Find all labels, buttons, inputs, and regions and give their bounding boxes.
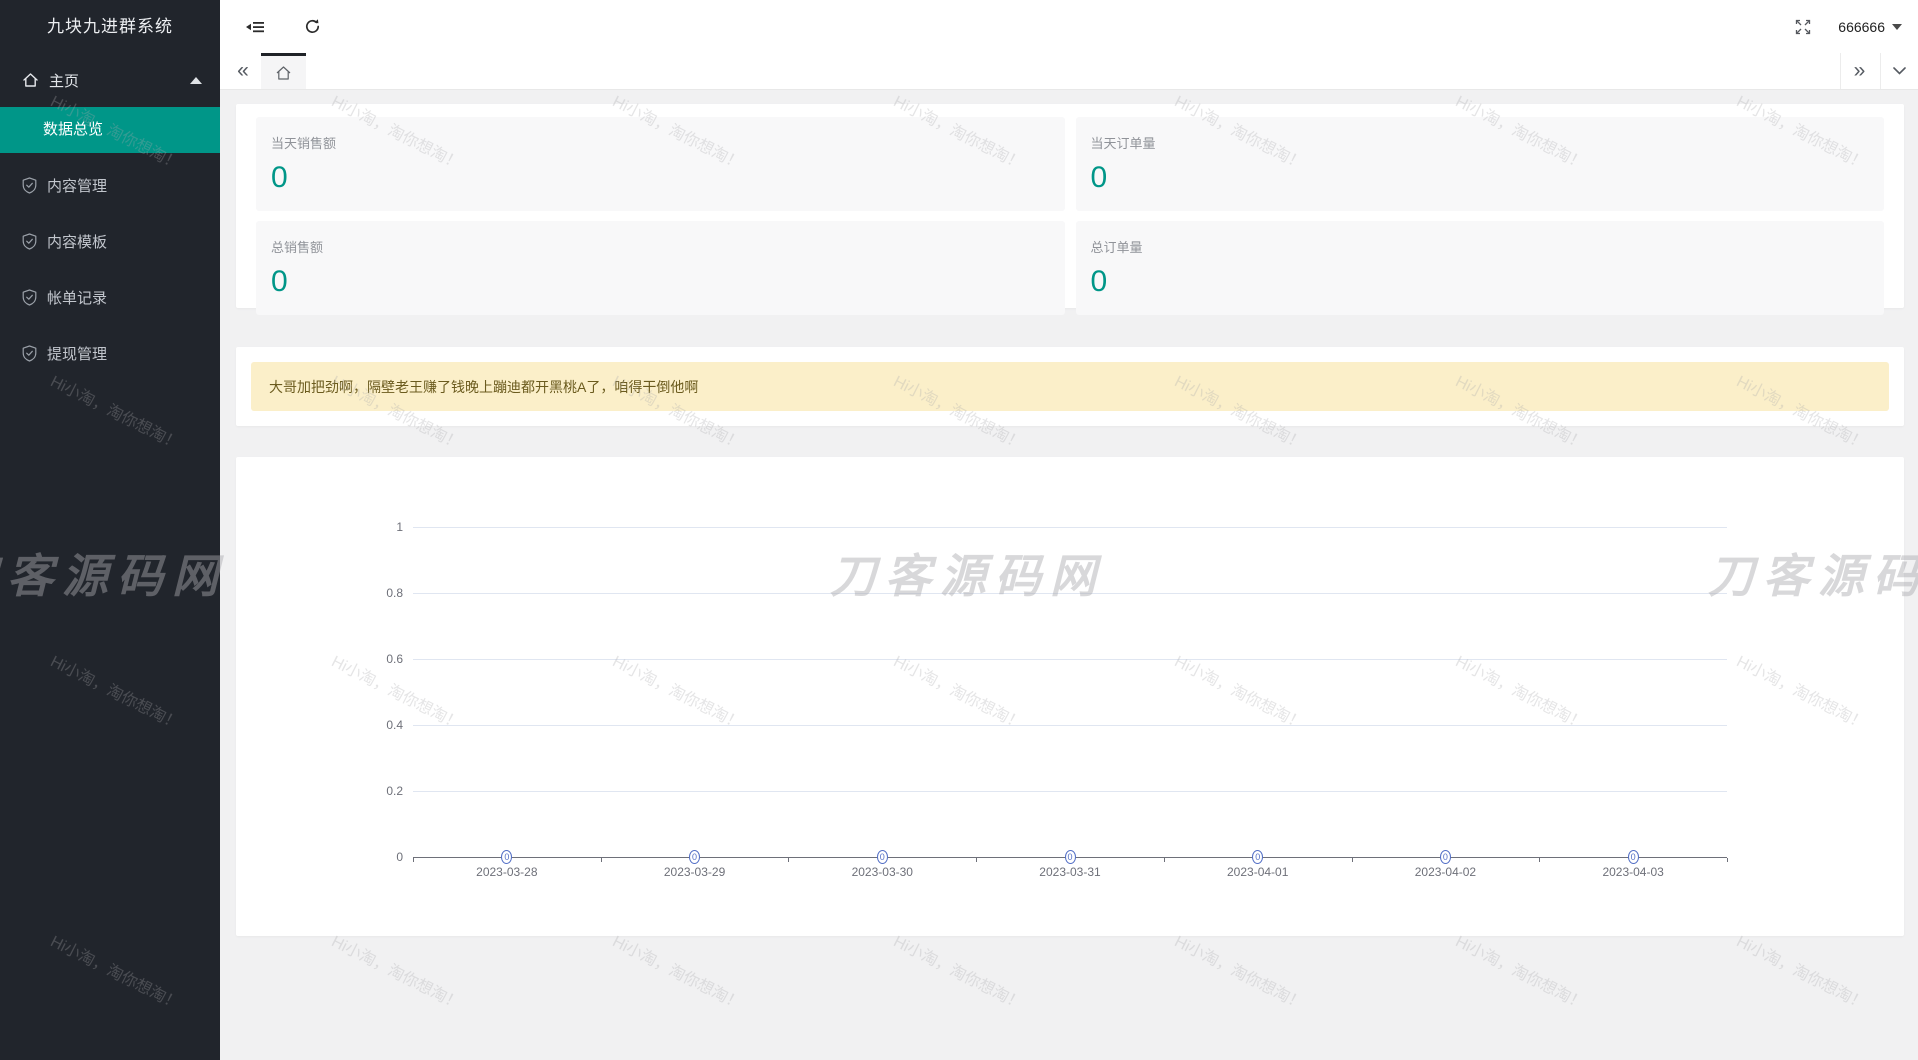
notice-banner: 大哥加把劲啊，隔壁老王赚了钱晚上蹦迪都开黑桃A了，咱得干倒他啊 <box>251 362 1889 411</box>
tabs-scroll-left-button[interactable]: « <box>226 53 260 89</box>
fullscreen-button[interactable] <box>1781 0 1825 53</box>
data-point: 0 <box>689 850 700 864</box>
sidebar-menu: 内容管理内容模板帐单记录提现管理 <box>0 157 220 381</box>
data-point: 0 <box>877 850 888 864</box>
x-axis-tick-label: 2023-04-02 <box>1385 865 1505 879</box>
gridline <box>413 593 1727 594</box>
sidebar-item-label: 帐单记录 <box>47 287 107 308</box>
shield-check-icon <box>22 233 37 250</box>
home-icon <box>22 72 39 88</box>
tab-bar: « » <box>220 53 1918 90</box>
data-point: 0 <box>501 850 512 864</box>
y-axis-tick-label: 0.6 <box>359 652 403 666</box>
stat-value: 0 <box>1091 265 1870 299</box>
data-point: 0 <box>1065 850 1076 864</box>
data-point: 0 <box>1440 850 1451 864</box>
tabs-more-button[interactable]: » <box>1840 53 1878 89</box>
x-axis-tick-label: 2023-03-28 <box>447 865 567 879</box>
sidebar-item-content-management[interactable]: 内容管理 <box>0 157 220 213</box>
y-axis-tick-label: 0.2 <box>359 784 403 798</box>
sidebar-item-content-template[interactable]: 内容模板 <box>0 213 220 269</box>
x-axis-tick-label: 2023-04-03 <box>1573 865 1693 879</box>
collapse-menu-icon <box>246 19 264 35</box>
stat-label: 总销售额 <box>271 237 1050 256</box>
stats-panel: 当天销售额 0 当天订单量 0 总销售额 0 总订单量 0 <box>236 104 1904 308</box>
home-icon <box>275 65 292 81</box>
y-axis-tick-label: 1 <box>359 520 403 534</box>
main-content: 当天销售额 0 当天订单量 0 总销售额 0 总订单量 0 大哥加把劲啊，隔壁老王赚了钱晚上蹦… <box>220 90 1918 1060</box>
sidebar-item-label: 内容管理 <box>47 175 107 196</box>
x-axis-tick <box>788 858 789 862</box>
y-axis-tick-label: 0 <box>359 850 403 864</box>
gridline <box>413 527 1727 528</box>
x-axis-tick <box>976 858 977 862</box>
x-axis-tick-label: 2023-04-01 <box>1198 865 1318 879</box>
sidebar-item-billing-records[interactable]: 帐单记录 <box>0 269 220 325</box>
notice-text: 大哥加把劲啊，隔壁老王赚了钱晚上蹦迪都开黑桃A了，咱得干倒他啊 <box>269 377 698 397</box>
sidebar-subitem-0[interactable]: 数据总览 <box>0 107 220 153</box>
sidebar-submenu: 数据总览 <box>0 107 220 153</box>
x-axis-tick <box>1164 858 1165 862</box>
tab-home[interactable] <box>261 53 306 89</box>
stat-value: 0 <box>271 265 1050 299</box>
stat-label: 当天销售额 <box>271 133 1050 152</box>
gridline <box>413 659 1727 660</box>
shield-check-icon <box>22 289 37 306</box>
stat-value: 0 <box>1091 161 1870 195</box>
line-chart: 10.80.60.40.202023-03-2802023-03-2902023… <box>236 457 1904 936</box>
user-menu[interactable]: 666666 <box>1832 0 1908 53</box>
x-axis-tick <box>1539 858 1540 862</box>
page: 九块九进群系统 主页 数据总览 内容管理内容模板帐单记录提现管理 <box>0 0 1918 1060</box>
x-axis-tick-label: 2023-03-29 <box>635 865 755 879</box>
notice-panel: 大哥加把劲啊，隔壁老王赚了钱晚上蹦迪都开黑桃A了，咱得干倒他啊 <box>236 347 1904 426</box>
sidebar-item-label: 主页 <box>49 70 190 91</box>
data-point: 0 <box>1252 850 1263 864</box>
x-axis-tick-label: 2023-03-31 <box>1010 865 1130 879</box>
app-title: 九块九进群系统 <box>0 0 220 53</box>
stat-card-0: 当天销售额 0 <box>256 117 1065 211</box>
x-axis-tick <box>1352 858 1353 862</box>
x-axis-tick <box>601 858 602 862</box>
x-axis-tick-label: 2023-03-30 <box>822 865 942 879</box>
chevron-down-icon <box>1892 24 1902 30</box>
x-axis-tick <box>1727 858 1728 862</box>
top-header: 666666 <box>220 0 1918 53</box>
stat-card-2: 总销售额 0 <box>256 221 1065 315</box>
sidebar-item-label: 提现管理 <box>47 343 107 364</box>
username: 666666 <box>1838 19 1885 35</box>
stat-value: 0 <box>271 161 1050 195</box>
refresh-button[interactable] <box>290 0 334 53</box>
stat-card-1: 当天订单量 0 <box>1076 117 1885 211</box>
chevron-up-icon <box>190 77 202 84</box>
stat-label: 当天订单量 <box>1091 133 1870 152</box>
chevron-down-icon <box>1893 67 1906 75</box>
sidebar-item-home[interactable]: 主页 <box>0 53 220 107</box>
gridline <box>413 725 1727 726</box>
sidebar: 九块九进群系统 主页 数据总览 内容管理内容模板帐单记录提现管理 <box>0 0 220 1060</box>
y-axis-tick-label: 0.4 <box>359 718 403 732</box>
collapse-menu-button[interactable] <box>233 0 277 53</box>
data-point: 0 <box>1628 850 1639 864</box>
sidebar-item-label: 内容模板 <box>47 231 107 252</box>
stat-label: 总订单量 <box>1091 237 1870 256</box>
refresh-icon <box>304 18 321 35</box>
y-axis-tick-label: 0.8 <box>359 586 403 600</box>
x-axis-tick <box>413 858 414 862</box>
stats-grid: 当天销售额 0当天订单量 0 总销售额 0 总订单量 0 <box>256 117 1884 295</box>
shield-check-icon <box>22 345 37 362</box>
fullscreen-icon <box>1794 18 1812 36</box>
tabs-dropdown-button[interactable] <box>1880 53 1918 89</box>
gridline <box>413 791 1727 792</box>
stat-card-3: 总订单量 0 <box>1076 221 1885 315</box>
chart-panel: 10.80.60.40.202023-03-2802023-03-2902023… <box>236 457 1904 936</box>
shield-check-icon <box>22 177 37 194</box>
sidebar-item-withdrawal-management[interactable]: 提现管理 <box>0 325 220 381</box>
